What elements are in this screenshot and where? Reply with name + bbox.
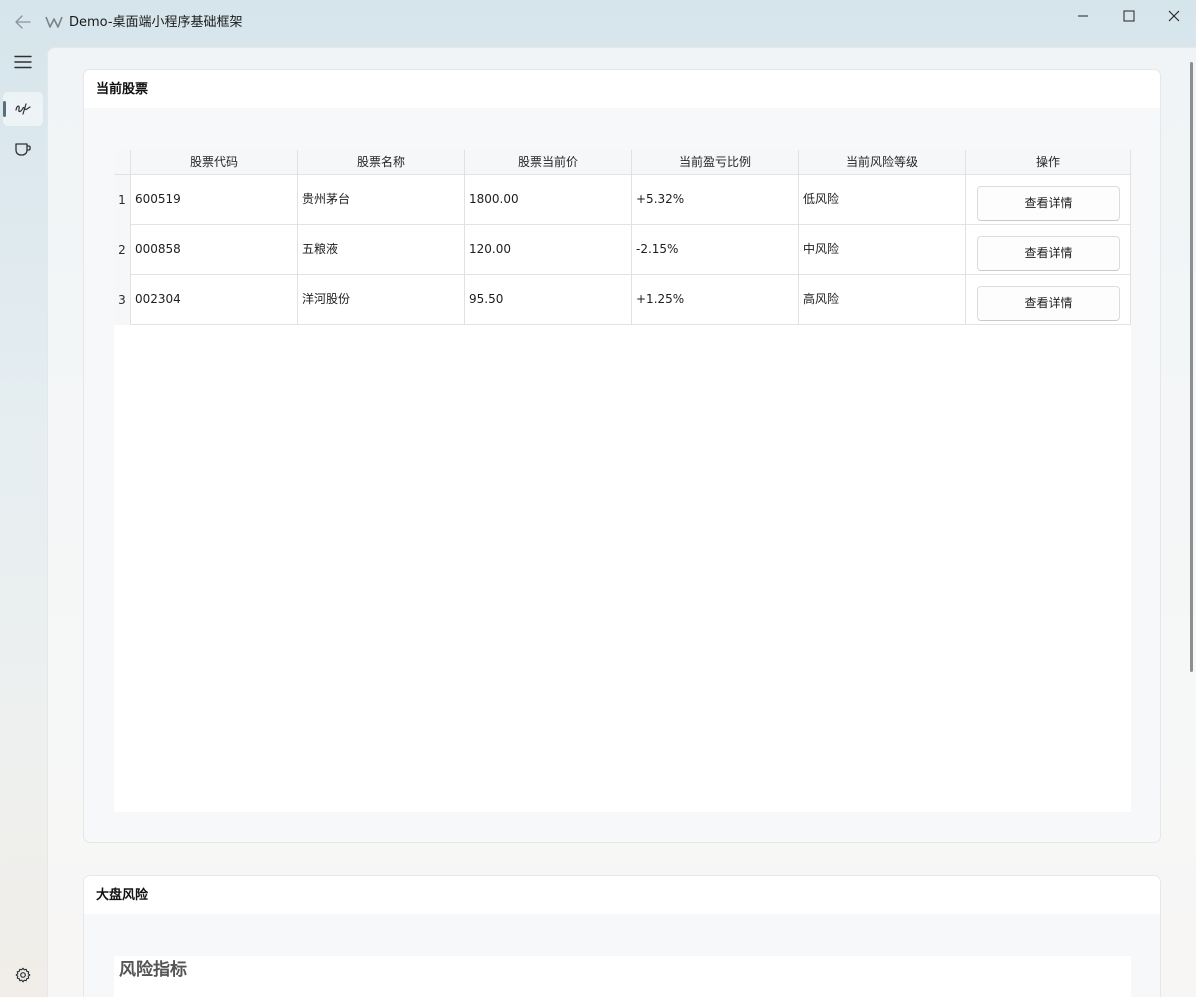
profit-ratio-cell[interactable]: +1.25% <box>631 275 798 325</box>
title-bar: Demo-桌面端小程序基础框架 <box>0 0 1196 46</box>
stock-name-cell[interactable]: 洋河股份 <box>297 275 464 325</box>
stock-price-cell[interactable]: 120.00 <box>464 225 631 275</box>
column-header[interactable]: 股票代码 <box>130 150 297 175</box>
card-title: 当前股票 <box>96 82 149 97</box>
close-button[interactable] <box>1151 0 1196 32</box>
nav-item-cup[interactable] <box>3 132 43 166</box>
stock-price-cell[interactable]: 95.50 <box>464 275 631 325</box>
minimize-icon <box>1078 15 1088 17</box>
stock-name-cell[interactable]: 贵州茅台 <box>297 175 464 225</box>
window-title: Demo-桌面端小程序基础框架 <box>69 15 243 30</box>
view-details-button[interactable]: 查看详情 <box>977 286 1120 321</box>
column-header[interactable]: 当前盈亏比例 <box>631 150 798 175</box>
risk-level-cell[interactable]: 低风险 <box>798 175 965 225</box>
column-header[interactable]: 当前风险等级 <box>798 150 965 175</box>
table-row: 2 000858 五粮液 120.00 -2.15% 中风险 查看详情 <box>114 225 1131 275</box>
risk-level-cell[interactable]: 中风险 <box>798 225 965 275</box>
vertical-scrollbar[interactable] <box>1190 62 1193 672</box>
maximize-icon <box>1123 10 1135 22</box>
table-row: 3 002304 洋河股份 95.50 +1.25% 高风险 查看详情 <box>114 275 1131 325</box>
risk-indicator-title: 风险指标 <box>119 960 187 980</box>
stock-code-cell[interactable]: 002304 <box>130 275 297 325</box>
app-logo-icon <box>45 14 63 30</box>
market-risk-card: 大盘风险 风险指标 <box>83 875 1161 997</box>
column-header[interactable]: 操作 <box>965 150 1131 175</box>
row-number: 3 <box>114 275 130 325</box>
signature-icon <box>15 103 31 115</box>
maximize-button[interactable] <box>1106 0 1152 32</box>
action-cell: 查看详情 <box>965 175 1131 225</box>
stocks-table: 股票代码 股票名称 股票当前价 当前盈亏比例 当前风险等级 操作 1 60051… <box>114 150 1131 812</box>
current-stocks-card: 当前股票 股票代码 股票名称 股票当前价 当前盈亏比例 当前风险等级 操作 1 … <box>83 69 1161 843</box>
stock-price-cell[interactable]: 1800.00 <box>464 175 631 225</box>
stock-name-cell[interactable]: 五粮液 <box>297 225 464 275</box>
back-button[interactable] <box>8 8 38 36</box>
minimize-button[interactable] <box>1060 0 1106 32</box>
table-header: 股票代码 股票名称 股票当前价 当前盈亏比例 当前风险等级 操作 <box>114 150 1131 175</box>
hamburger-menu-icon <box>14 55 32 69</box>
view-details-button[interactable]: 查看详情 <box>977 186 1120 221</box>
stock-code-cell[interactable]: 000858 <box>130 225 297 275</box>
nav-settings-button[interactable] <box>3 958 43 992</box>
profit-ratio-cell[interactable]: -2.15% <box>631 225 798 275</box>
column-header[interactable]: 股票当前价 <box>464 150 631 175</box>
back-arrow-icon <box>15 15 31 29</box>
nav-menu-button[interactable] <box>3 45 43 79</box>
profit-ratio-cell[interactable]: +5.32% <box>631 175 798 225</box>
action-cell: 查看详情 <box>965 275 1131 325</box>
table-row: 1 600519 贵州茅台 1800.00 +5.32% 低风险 查看详情 <box>114 175 1131 225</box>
risk-indicator-panel: 风险指标 <box>114 956 1131 997</box>
view-details-button[interactable]: 查看详情 <box>977 236 1120 271</box>
row-number: 1 <box>114 175 130 225</box>
stock-code-cell[interactable]: 600519 <box>130 175 297 225</box>
action-cell: 查看详情 <box>965 225 1131 275</box>
gear-icon <box>15 967 31 983</box>
card-header: 当前股票 <box>84 70 1160 108</box>
nav-item-stocks[interactable] <box>3 92 43 126</box>
risk-level-cell[interactable]: 高风险 <box>798 275 965 325</box>
card-title: 大盘风险 <box>96 888 149 903</box>
close-icon <box>1168 10 1180 22</box>
row-number: 2 <box>114 225 130 275</box>
cup-icon <box>15 143 31 156</box>
card-header: 大盘风险 <box>84 876 1160 914</box>
column-header[interactable]: 股票名称 <box>297 150 464 175</box>
